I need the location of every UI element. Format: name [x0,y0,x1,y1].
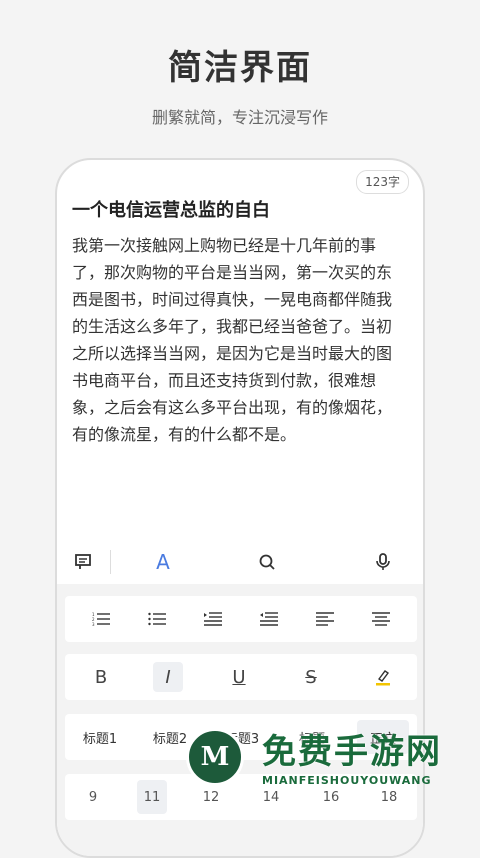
search-icon[interactable] [247,540,287,584]
document-body[interactable]: 我第一次接触网上购物已经是十几年前的事了，那次购物的平台是当当网，第一次买的东西… [72,232,402,448]
indent-icon[interactable] [191,596,235,642]
toolbar-tabbar: A [57,540,423,584]
highlight-icon[interactable] [361,654,405,700]
watermark-logo: M [186,728,244,786]
ordered-list-icon[interactable]: 123 [79,596,123,642]
bold-button[interactable]: B [79,654,123,700]
list-align-row: 123 [65,596,417,642]
watermark-text: 免费手游网 [262,732,442,772]
editor-toolbar: A 123 B I U S 标题1 标题2 标题3 标题 正文 9 11 12 … [57,540,423,856]
watermark: M 免费手游网 MIANFEISHOUYOUWANG [180,722,480,800]
heading-1-option[interactable]: 标题1 [69,714,131,760]
font-style-label: A [156,550,170,574]
format-row: B I U S [65,654,417,700]
hero-subtitle: 删繁就简，专注沉浸写作 [151,108,328,127]
font-size-option[interactable]: 11 [137,780,167,814]
hero-title: 简洁界面 [168,48,312,88]
word-count-badge: 123字 [356,170,409,194]
font-style-icon[interactable]: A [143,540,183,584]
microphone-icon[interactable] [363,540,403,584]
align-left-icon[interactable] [303,596,347,642]
document-title[interactable]: 一个电信运营总监的自白 [72,196,270,222]
italic-button[interactable]: I [153,662,183,692]
svg-text:3: 3 [92,622,95,626]
font-size-option[interactable]: 9 [75,774,111,820]
align-center-icon[interactable] [359,596,403,642]
bullet-list-icon[interactable] [135,596,179,642]
outdent-icon[interactable] [247,596,291,642]
strikethrough-button[interactable]: S [289,654,333,700]
underline-button[interactable]: U [217,654,261,700]
tab-divider [110,550,111,574]
comment-icon[interactable] [63,540,103,584]
watermark-subtext: MIANFEISHOUYOUWANG [262,774,432,787]
